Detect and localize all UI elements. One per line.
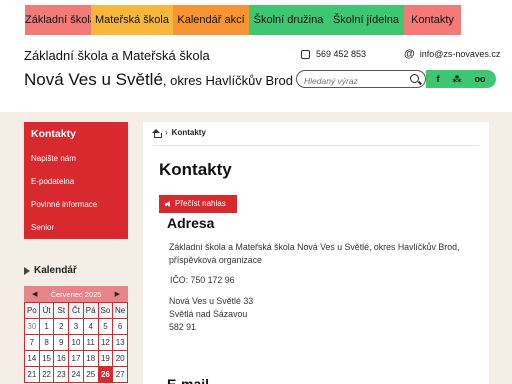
sidebar-item-napiste-nam[interactable]: Napište nám	[24, 147, 128, 170]
social-links: f ⁂ oo	[426, 70, 496, 88]
breadcrumb-current: Kontakty	[171, 128, 206, 137]
calendar-day[interactable]: 21	[25, 367, 39, 382]
sidebar-item-povinne-informace[interactable]: Povinné informace	[24, 193, 128, 216]
triangle-icon	[24, 266, 30, 275]
address-line: 582 91	[169, 322, 196, 332]
school-title-suffix: , okres Havlíčkův Brod	[162, 73, 293, 88]
prev-month-icon[interactable]: ◀	[32, 290, 37, 298]
phone-contact[interactable]: 569 452 853	[301, 49, 366, 59]
calendar-day[interactable]: 4	[83, 319, 98, 334]
email-contact[interactable]: @ info@zs-novaves.cz	[404, 47, 501, 60]
calendar-day[interactable]: 24	[69, 367, 83, 382]
calendar-day[interactable]: 15	[39, 351, 54, 366]
page-title: Kontakty	[159, 160, 232, 179]
nav-kontakty[interactable]: Kontakty	[404, 5, 461, 35]
search-box	[296, 70, 426, 89]
address-line: Nová Ves u Světlé 33	[169, 296, 254, 306]
section-heading-email: E-mail	[167, 376, 210, 384]
phone-number: 569 452 853	[316, 49, 367, 59]
calendar-day[interactable]: 25	[83, 367, 98, 382]
calendar-day[interactable]: 23	[54, 367, 69, 382]
sidebar-item-e-podatelna[interactable]: E-podatelna	[24, 170, 128, 193]
email-address: info@zs-novaves.cz	[419, 49, 501, 59]
calendar-day[interactable]: 7	[25, 335, 39, 350]
calendar-day[interactable]: 13	[113, 335, 127, 350]
breadcrumb: › Kontakty	[152, 128, 206, 138]
address-line: Světlá nad Sázavou	[169, 309, 248, 319]
calendar-day[interactable]: 14	[25, 351, 39, 366]
calendar-day[interactable]: 10	[69, 335, 83, 350]
calendar-weekday: So	[98, 303, 113, 318]
nav-zakladni-skola[interactable]: Základní škola	[25, 5, 96, 35]
calendar-weekday: St	[54, 303, 69, 318]
calendar-day[interactable]: 8	[39, 335, 54, 350]
calendar-weekday: Ne	[113, 303, 127, 318]
home-icon[interactable]	[152, 128, 162, 138]
organization-name: Základní škola a Mateřská škola Nová Ves…	[169, 242, 460, 265]
calendar-weekday: Čt	[69, 303, 83, 318]
read-aloud-button[interactable]: Přečíst nahlas	[159, 195, 237, 213]
calendar-day[interactable]: 9	[54, 335, 69, 350]
calendar-header: ◀ Červenec 2025 ▶	[24, 286, 128, 302]
school-title[interactable]: Nová Ves u Světlé, okres Havlíčkův Brod	[24, 70, 293, 90]
accessibility-glasses-icon[interactable]: oo	[475, 74, 486, 84]
nav-kalendar-akci[interactable]: Kalendář akcí	[173, 5, 249, 35]
calendar-month: Červenec 2025	[50, 289, 102, 299]
school-title-main: Nová Ves u Světlé	[24, 70, 163, 89]
sitemap-icon[interactable]: ⁂	[452, 74, 461, 85]
search-input[interactable]	[304, 73, 404, 89]
calendar-day[interactable]: 26	[98, 367, 113, 382]
sidebar-heading[interactable]: Kontakty	[24, 122, 128, 147]
calendar-day[interactable]: 27	[113, 367, 127, 382]
nav-skolni-jidelna[interactable]: Školní jídelna	[328, 5, 404, 35]
at-icon: @	[404, 47, 415, 60]
calendar-day[interactable]: 11	[83, 335, 98, 350]
calendar-day[interactable]: 22	[39, 367, 54, 382]
calendar-day[interactable]: 6	[113, 319, 127, 334]
calendar-day[interactable]: 18	[83, 351, 98, 366]
next-month-icon[interactable]: ▶	[115, 290, 120, 298]
nav-skolni-druzina[interactable]: Školní družina	[249, 5, 328, 35]
calendar-day[interactable]: 12	[98, 335, 113, 350]
calendar-weekday: Pá	[83, 303, 98, 318]
sidebar-menu: Kontakty Napište nám E-podatelna Povinné…	[24, 122, 128, 239]
calendar-title: Kalendář	[34, 265, 77, 276]
phone-icon	[301, 49, 310, 59]
read-aloud-label: Přečíst nahlas	[175, 199, 226, 208]
calendar-day[interactable]: 1	[39, 319, 54, 334]
calendar-day[interactable]: 19	[98, 351, 113, 366]
calendar-weekday: Po	[25, 303, 39, 318]
calendar-widget: ◀ Červenec 2025 ▶ Po Út St Čt Pá So Ne 30 1 2 3 4 5 6…	[24, 286, 128, 383]
calendar-day[interactable]: 17	[69, 351, 83, 366]
section-heading-address: Adresa	[167, 215, 215, 231]
nav-materska-skola[interactable]: Mateřská škola	[91, 5, 173, 35]
chevron-right-icon: ›	[165, 128, 168, 137]
speaker-icon	[165, 201, 172, 207]
school-subtitle: Základní škola a Mateřská škola	[24, 48, 210, 63]
top-navigation: Základní škola Mateřská škola Kalendář a…	[25, 5, 461, 35]
calendar-weekday: Út	[39, 303, 54, 318]
calendar-heading: Kalendář	[24, 265, 77, 276]
facebook-icon[interactable]: f	[436, 74, 439, 84]
postal-address: Nová Ves u Světlé 33 Světlá nad Sázavou …	[169, 295, 253, 334]
divider	[153, 145, 479, 146]
ico-number: IČO: 750 172 96	[170, 275, 235, 285]
calendar-day[interactable]: 16	[54, 351, 69, 366]
calendar-day[interactable]: 30	[25, 319, 39, 334]
calendar-grid: Po Út St Čt Pá So Ne 30 1 2 3 4 5 6 7 8 9 10 11 12 13 14 15 16 1…	[24, 302, 128, 383]
calendar-day[interactable]: 3	[69, 319, 83, 334]
calendar-day[interactable]: 5	[98, 319, 113, 334]
calendar-day[interactable]: 2	[54, 319, 69, 334]
calendar-day[interactable]: 20	[113, 351, 127, 366]
sidebar-item-senior[interactable]: Senior	[24, 216, 128, 239]
search-icon[interactable]	[410, 74, 419, 83]
